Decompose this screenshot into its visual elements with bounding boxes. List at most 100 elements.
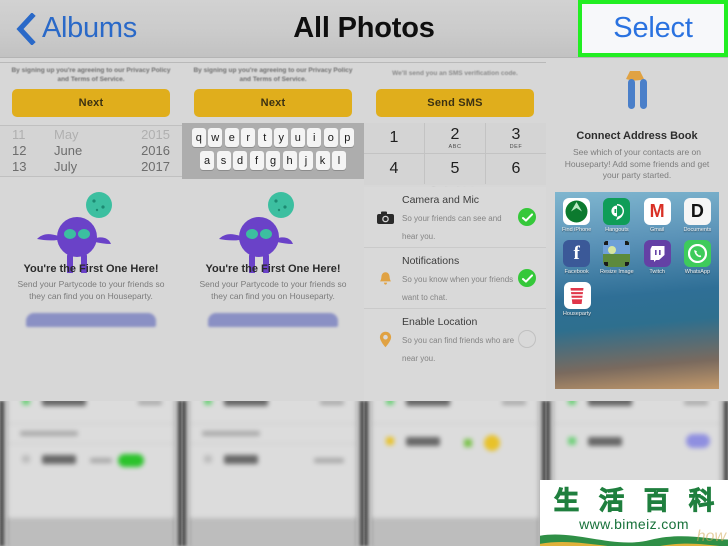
connect-address-book-subtitle: See which of your contacts are on Housep…	[564, 147, 710, 180]
next-button[interactable]: Next	[12, 89, 170, 117]
select-label: Select	[613, 12, 693, 44]
key[interactable]: w	[208, 128, 223, 147]
watermark-ghost-text: how	[696, 528, 726, 545]
legal-text: By signing up you're agreeing to our Pri…	[193, 67, 353, 83]
empty-circle-icon[interactable]	[518, 330, 536, 348]
photo-thumbnail[interactable]	[182, 401, 364, 546]
key[interactable]: h	[282, 151, 297, 170]
keypad-number: 5	[450, 159, 460, 177]
twitch-icon	[643, 240, 671, 267]
back-label: Albums	[42, 12, 137, 44]
select-button[interactable]: Select	[578, 0, 728, 57]
app-icon-whatsapp[interactable]: WhatsApp	[680, 240, 715, 275]
keypad-key[interactable]: 3 DEF	[485, 123, 546, 153]
partycode-card	[208, 313, 338, 327]
camera-icon	[372, 211, 398, 224]
permissions-list: Camera and Mic So your friends can see a…	[364, 187, 546, 401]
photo-thumbnail[interactable]	[0, 401, 182, 546]
next-button[interactable]: Next	[194, 89, 352, 117]
app-icon-resize-image[interactable]: Resize Image	[599, 240, 634, 275]
blurred-settings-screenshot	[190, 401, 356, 518]
numeric-keypad[interactable]: 1 2 ABC 3 DEF 4 5 6	[364, 123, 546, 193]
key[interactable]: s	[216, 151, 231, 170]
home-screen-row: f Facebook Resize Image Twitch WhatsApp	[559, 240, 715, 275]
blurred-settings-screenshot	[372, 401, 538, 518]
key[interactable]: q	[191, 128, 206, 147]
keypad-key[interactable]: 2 ABC	[424, 123, 485, 153]
app-label: Facebook	[564, 269, 589, 275]
permission-text: Notifications So you know when your frie…	[398, 251, 518, 305]
photo-thumbnail[interactable]: By signing up you're agreeing to our Pri…	[182, 57, 364, 401]
wm-char: 生	[553, 485, 579, 515]
key[interactable]: o	[323, 128, 338, 147]
on-screen-keyboard[interactable]: q w e r t y u i o p a s d f g h j k l	[182, 123, 364, 179]
keypad-number: 1	[389, 128, 399, 146]
picker-row: 12 June 2016	[0, 142, 182, 158]
wm-char: 活	[598, 485, 624, 515]
first-one-here-subtitle: Send your Partycode to your friends so t…	[17, 279, 165, 301]
permission-title: Camera and Mic	[402, 194, 480, 206]
keypad-key[interactable]: 5	[424, 154, 485, 184]
permission-desc: So you know when your friends want to ch…	[402, 275, 514, 302]
first-one-here-title: You're the First One Here!	[205, 263, 341, 275]
facebook-icon: f	[563, 240, 591, 267]
app-icon-houseparty[interactable]: Houseparty	[559, 282, 595, 317]
permission-text: Enable Location So you can find friends …	[398, 312, 518, 366]
photo-thumbnail[interactable]: By signing up you're agreeing to our Pri…	[0, 57, 182, 401]
send-sms-button[interactable]: Send SMS	[376, 89, 534, 117]
back-to-albums-button[interactable]: Albums	[16, 12, 137, 45]
chevron-left-icon	[16, 12, 36, 45]
legal-text: By signing up you're agreeing to our Pri…	[11, 67, 171, 83]
key[interactable]: k	[315, 151, 330, 170]
app-icon-documents[interactable]: D Documents	[680, 198, 715, 233]
key[interactable]: d	[233, 151, 247, 170]
photo-grid: By signing up you're agreeing to our Pri…	[0, 57, 728, 546]
permission-row-camera[interactable]: Camera and Mic So your friends can see a…	[364, 187, 546, 247]
picker-day: 12	[12, 142, 27, 158]
key[interactable]: e	[224, 128, 239, 147]
key[interactable]: r	[241, 128, 256, 147]
picker-year: 2015	[141, 126, 170, 142]
key[interactable]: i	[307, 128, 322, 147]
sms-note: We'll send you an SMS verification code.	[392, 70, 518, 77]
photo-thumbnail[interactable]	[364, 401, 546, 546]
app-icon-gmail[interactable]: M Gmail	[640, 198, 675, 233]
photo-thumbnail[interactable]: Connect Address Book See which of your c…	[546, 57, 728, 401]
home-screen-row: Find iPhone Hangouts M Gmail D Documents	[559, 198, 715, 233]
permission-desc: So your friends can see and hear you.	[402, 214, 502, 241]
key[interactable]: y	[274, 128, 289, 147]
key[interactable]: j	[299, 151, 313, 170]
photo-thumbnail[interactable]: We'll send you an SMS verification code.…	[364, 57, 546, 401]
permission-desc: So you can find friends who are near you…	[402, 336, 515, 363]
app-icon-twitch[interactable]: Twitch	[640, 240, 675, 275]
key[interactable]: g	[266, 151, 280, 170]
key[interactable]: t	[257, 128, 272, 147]
check-icon[interactable]	[518, 269, 536, 287]
location-pin-icon	[372, 331, 398, 348]
check-icon[interactable]	[518, 208, 536, 226]
divider	[0, 62, 182, 63]
keypad-key[interactable]: 1	[364, 123, 424, 153]
date-picker[interactable]: 11 May 2015 12 June 2016 13 July 2017	[0, 125, 182, 177]
app-label: Documents	[683, 227, 712, 233]
app-label: WhatsApp	[684, 269, 711, 275]
connect-address-book-title: Connect Address Book	[576, 130, 698, 142]
keypad-key[interactable]: 6	[485, 154, 546, 184]
key[interactable]: p	[340, 128, 355, 147]
app-label: Houseparty	[562, 311, 592, 317]
app-icon-find-iphone[interactable]: Find iPhone	[559, 198, 594, 233]
permission-row-location[interactable]: Enable Location So you can find friends …	[364, 308, 546, 369]
permission-row-notifications[interactable]: Notifications So you know when your frie…	[364, 247, 546, 308]
key[interactable]: u	[290, 128, 305, 147]
key[interactable]: f	[249, 151, 264, 170]
permission-title: Enable Location	[402, 316, 478, 328]
app-icon-hangouts[interactable]: Hangouts	[599, 198, 634, 233]
app-icon-facebook[interactable]: f Facebook	[559, 240, 594, 275]
keypad-key[interactable]: 4	[364, 154, 424, 184]
divider	[182, 62, 364, 63]
key[interactable]: a	[200, 151, 214, 170]
key[interactable]: l	[332, 151, 346, 170]
permission-text: Camera and Mic So your friends can see a…	[398, 190, 518, 244]
picker-year: 2017	[141, 158, 170, 174]
gmail-icon: M	[643, 198, 671, 225]
